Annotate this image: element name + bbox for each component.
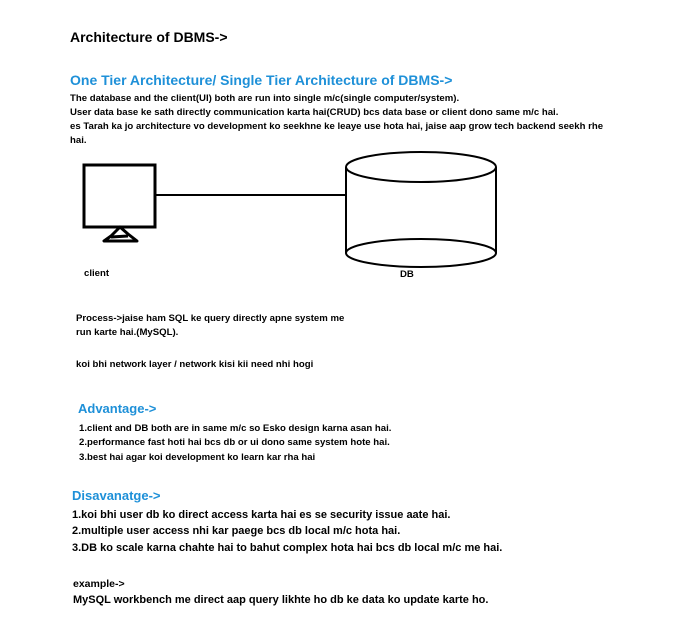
client-label: client [84,268,110,279]
advantage-heading: Advantage-> [78,401,157,416]
client-monitor-icon [82,163,157,229]
disadvantage-heading: Disavanatge-> [72,488,161,503]
client-monitor-stand-icon [102,225,139,243]
process-line-1: Process->jaise ham SQL ke query directly… [76,313,345,324]
db-label: DB [400,269,414,280]
disadvantage-item-1: 1.koi bhi user db ko direct access karta… [72,509,451,521]
advantage-item-2: 2.performance fast hoti hai bcs db or ui… [79,437,390,448]
example-label: example-> [73,578,125,590]
example-text: MySQL workbench me direct aap query likh… [73,594,489,606]
disadvantage-item-3: 3.DB ko scale karna chahte hai to bahut … [72,542,503,554]
advantage-item-3: 3.best hai agar koi development ko learn… [79,452,316,463]
disadvantage-item-2: 2.multiple user access nhi kar paege bcs… [72,525,401,537]
network-note: koi bhi network layer / network kisi kii… [76,359,314,370]
database-cylinder-icon [345,151,497,268]
process-line-2: run karte hai.(MySQL). [76,327,179,338]
advantage-item-1: 1.client and DB both are in same m/c so … [79,423,392,434]
